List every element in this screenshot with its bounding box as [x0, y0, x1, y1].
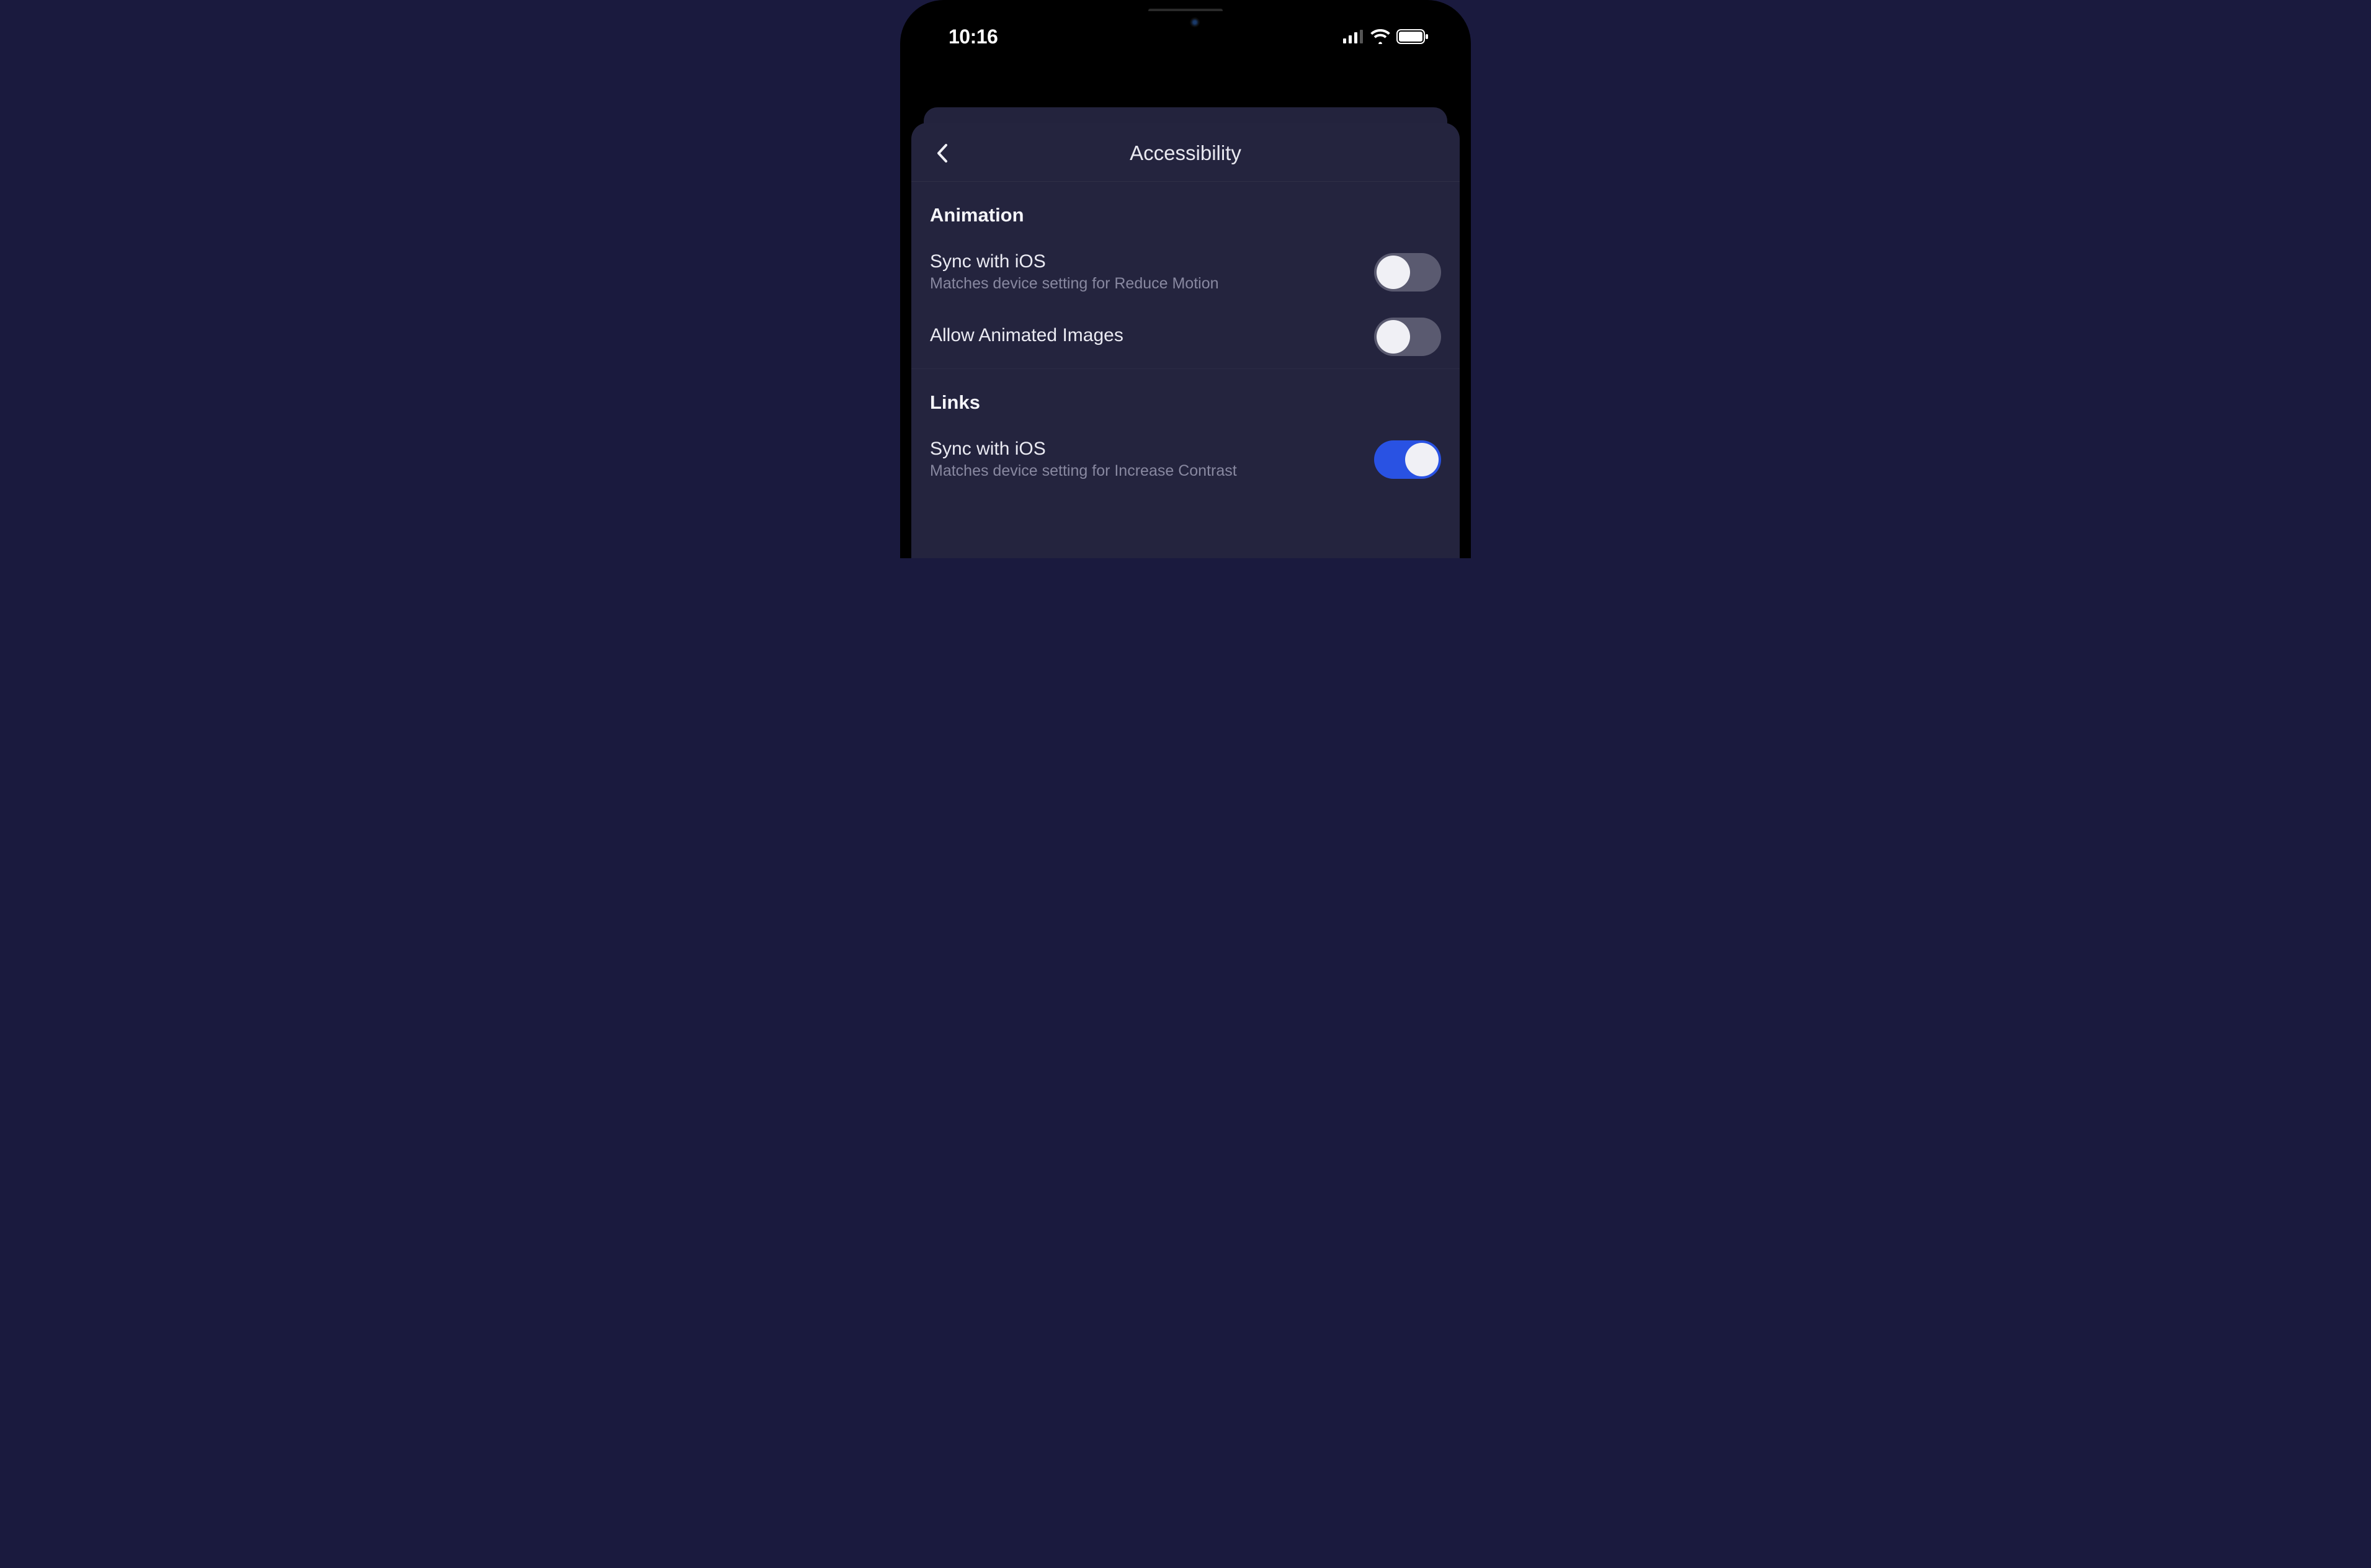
section-header: Animation: [930, 182, 1441, 239]
setting-title: Allow Animated Images: [930, 325, 1362, 346]
back-button[interactable]: [930, 141, 955, 166]
toggle-knob: [1377, 320, 1410, 354]
section-header: Links: [930, 369, 1441, 426]
phone-frame: 10:16: [900, 0, 1471, 558]
section-animation: Animation Sync with iOS Matches device s…: [911, 182, 1460, 369]
setting-title: Sync with iOS: [930, 251, 1362, 272]
battery-icon: [1396, 29, 1429, 44]
setting-text: Allow Animated Images: [930, 325, 1362, 349]
toggle-knob: [1405, 443, 1439, 476]
wifi-icon: [1370, 29, 1390, 44]
nav-header: Accessibility: [911, 123, 1460, 182]
setting-title: Sync with iOS: [930, 439, 1362, 460]
toggle-sync-motion[interactable]: [1374, 253, 1441, 292]
screen: 10:16: [911, 11, 1460, 558]
status-icons: [1343, 29, 1429, 44]
nav-title: Accessibility: [930, 141, 1441, 165]
toggle-knob: [1377, 256, 1410, 289]
notch: [1130, 11, 1241, 33]
setting-text: Sync with iOS Matches device setting for…: [930, 439, 1362, 480]
settings-sheet: Accessibility Animation Sync with iOS Ma…: [911, 123, 1460, 558]
setting-row-animated-images: Allow Animated Images: [930, 305, 1441, 368]
chevron-left-icon: [936, 143, 949, 164]
toggle-sync-contrast[interactable]: [1374, 440, 1441, 479]
status-time: 10:16: [949, 25, 998, 48]
setting-subtitle: Matches device setting for Reduce Motion: [930, 275, 1362, 293]
front-camera: [1190, 17, 1200, 27]
setting-subtitle: Matches device setting for Increase Cont…: [930, 462, 1362, 480]
setting-text: Sync with iOS Matches device setting for…: [930, 251, 1362, 293]
setting-row-sync-motion: Sync with iOS Matches device setting for…: [930, 239, 1441, 305]
toggle-animated-images[interactable]: [1374, 318, 1441, 356]
section-links: Links Sync with iOS Matches device setti…: [911, 369, 1460, 505]
setting-row-sync-contrast: Sync with iOS Matches device setting for…: [930, 426, 1441, 492]
cellular-icon: [1343, 30, 1364, 43]
